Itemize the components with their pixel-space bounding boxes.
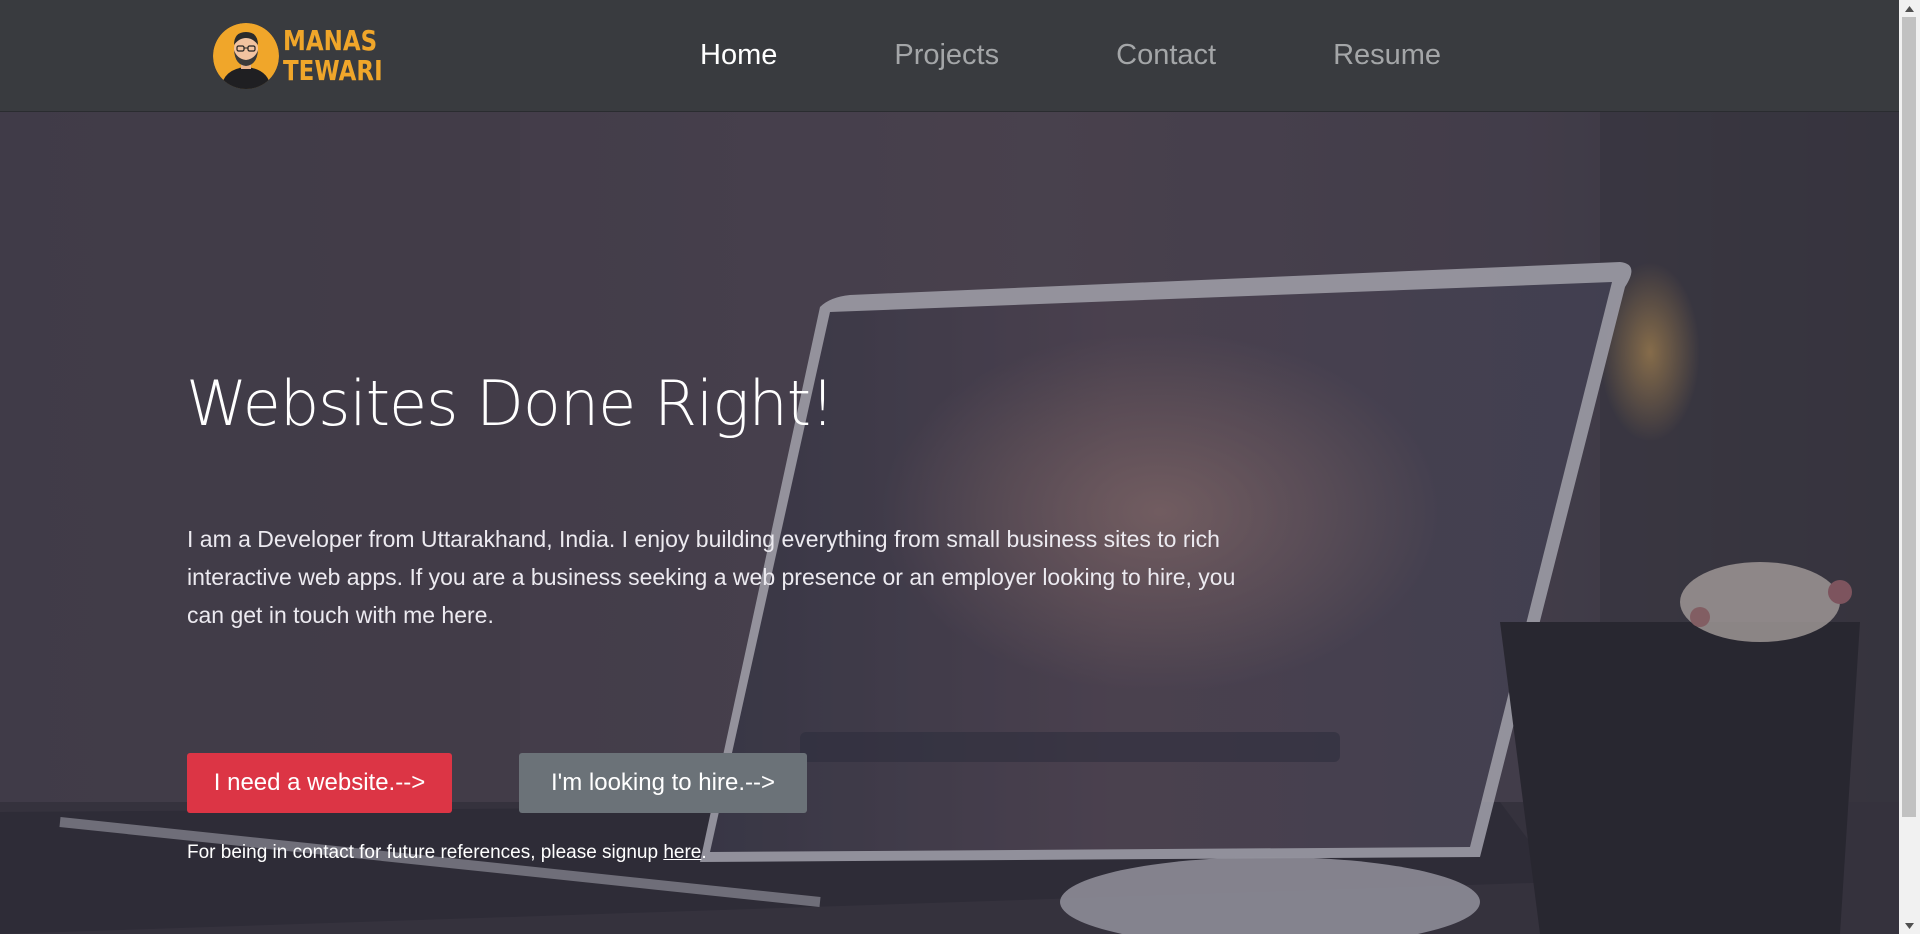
nav-home[interactable]: Home [700, 39, 777, 72]
brand-name-line2: TEWARI [283, 54, 383, 87]
looking-to-hire-button[interactable]: I'm looking to hire.--> [519, 753, 807, 813]
scrollbar-thumb[interactable] [1902, 17, 1916, 817]
scroll-up-arrow-icon[interactable] [1899, 0, 1920, 17]
site-logo[interactable]: MANAS TEWARI [213, 22, 405, 90]
need-website-button[interactable]: I need a website.--> [187, 753, 452, 813]
brand-name-line1: MANAS [283, 24, 378, 57]
signup-suffix: . [701, 842, 707, 863]
main-nav: Home Projects Contact Resume [700, 0, 1558, 111]
signup-note: For being in contact for future referenc… [187, 842, 707, 864]
nav-contact[interactable]: Contact [1116, 39, 1216, 72]
navbar: MANAS TEWARI Home Projects Contact Resum… [0, 0, 1899, 112]
scroll-down-arrow-icon[interactable] [1899, 917, 1920, 934]
hero-section: Websites Done Right! I am a Developer fr… [0, 112, 1899, 934]
hero-title: Websites Done Right! [186, 367, 835, 440]
nav-projects[interactable]: Projects [894, 39, 999, 72]
signup-text: For being in contact for future referenc… [187, 842, 664, 863]
brand-name: MANAS TEWARI [283, 26, 405, 86]
bearded-man-avatar-icon [213, 23, 279, 89]
page-scrollbar[interactable] [1899, 0, 1920, 934]
signup-link[interactable]: here [663, 842, 701, 863]
nav-resume[interactable]: Resume [1333, 39, 1441, 72]
hero-description: I am a Developer from Uttarakhand, India… [187, 526, 1236, 628]
